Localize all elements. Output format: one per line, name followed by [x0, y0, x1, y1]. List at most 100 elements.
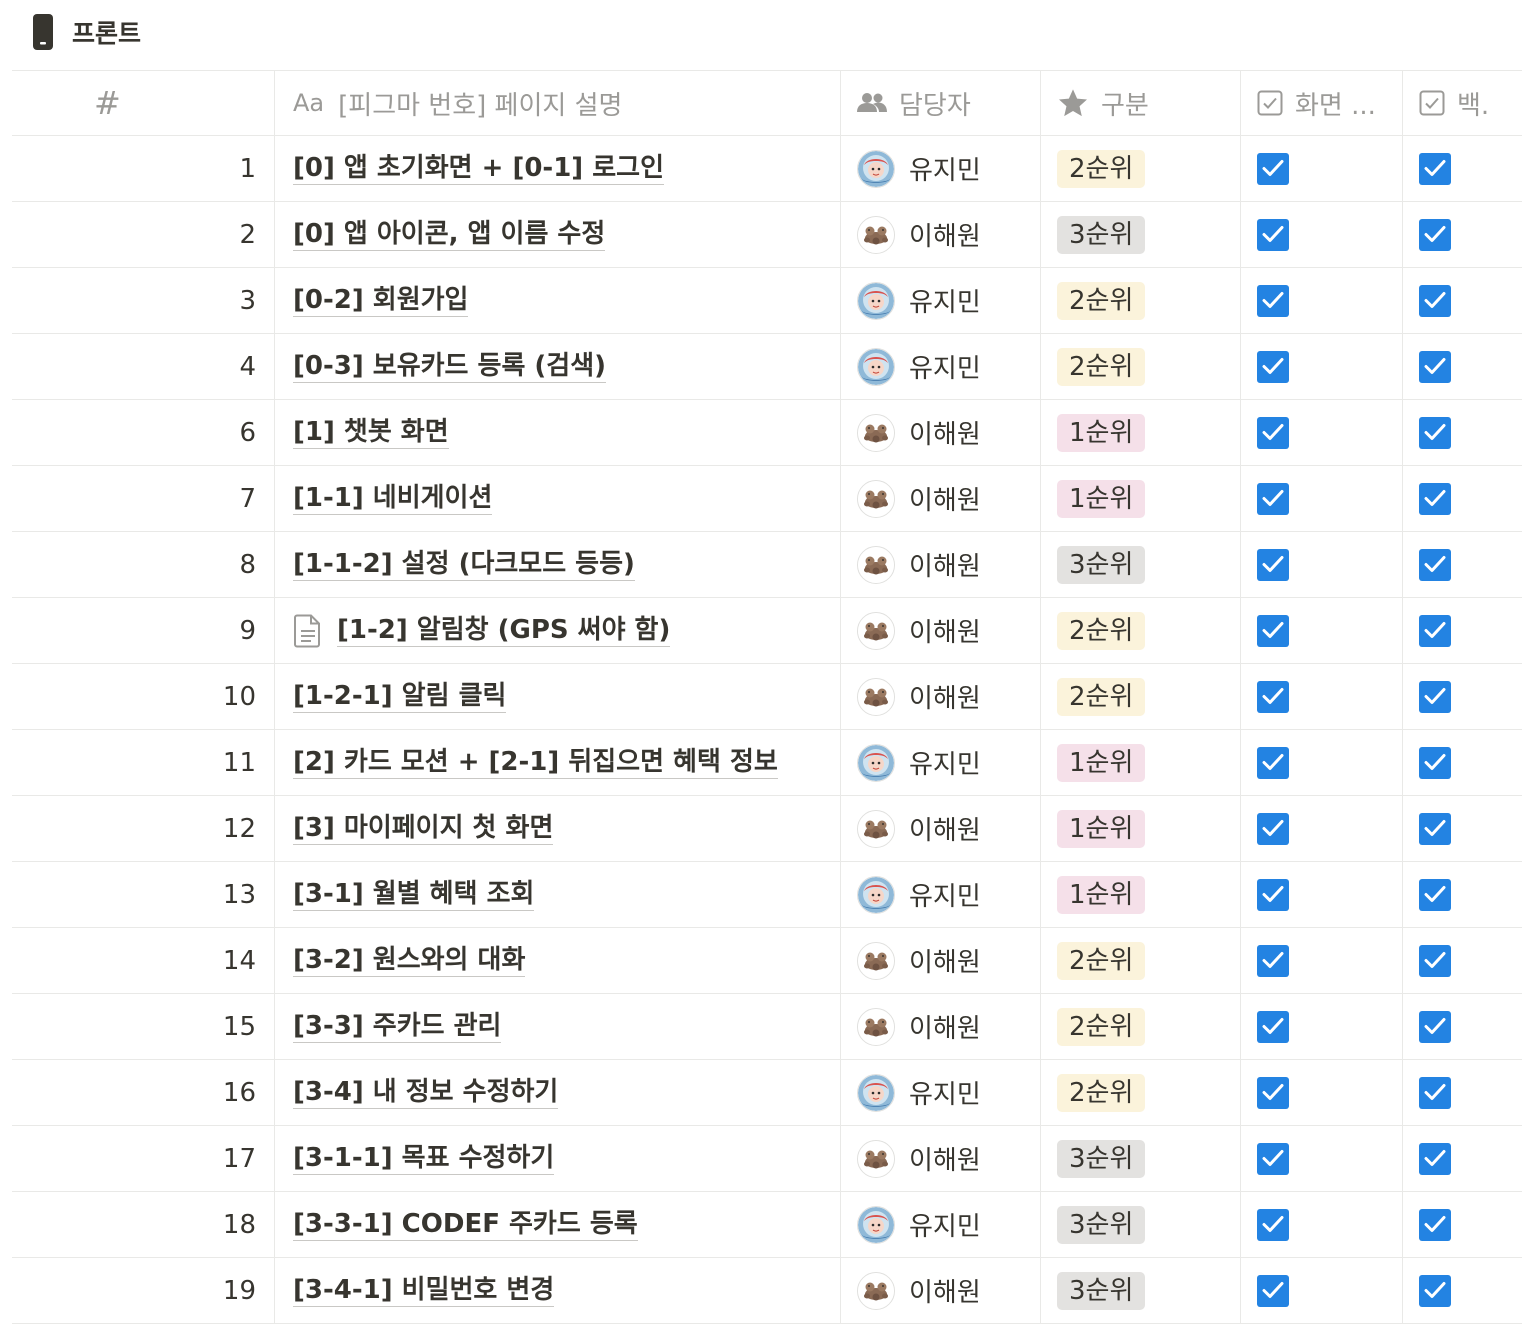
priority-cell[interactable]: 1순위: [1041, 796, 1241, 861]
table-row[interactable]: 6 [1] 챗봇 화면 이해원 1순위: [12, 400, 1522, 466]
table-row[interactable]: 11 [2] 카드 모션 + [2-1] 뒤집으면 혜택 정보 유지민 1순위: [12, 730, 1522, 796]
title-cell[interactable]: [3-3-1] CODEF 주카드 등록: [275, 1192, 841, 1257]
title-cell[interactable]: [1-2] 알림창 (GPS 써야 함): [275, 598, 841, 663]
page-title-link[interactable]: [3-2] 원스와의 대화: [293, 945, 526, 977]
title-cell[interactable]: [1-1-2] 설정 (다크모드 등등): [275, 532, 841, 597]
page-title-link[interactable]: [3-3-1] CODEF 주카드 등록: [293, 1209, 638, 1241]
priority-cell[interactable]: 2순위: [1041, 1060, 1241, 1125]
backend-checkbox[interactable]: [1419, 1010, 1451, 1043]
priority-cell[interactable]: 2순위: [1041, 994, 1241, 1059]
owner-cell[interactable]: 유지민: [841, 1192, 1041, 1257]
title-cell[interactable]: [0-3] 보유카드 등록 (검색): [275, 334, 841, 399]
priority-cell[interactable]: 3순위: [1041, 1126, 1241, 1191]
backend-checkbox[interactable]: [1419, 152, 1451, 185]
backend-checkbox[interactable]: [1419, 284, 1451, 317]
phone-icon[interactable]: [30, 12, 56, 52]
screen-checkbox[interactable]: [1257, 1076, 1289, 1109]
priority-cell[interactable]: 2순위: [1041, 334, 1241, 399]
priority-cell[interactable]: 2순위: [1041, 664, 1241, 729]
screen-checkbox[interactable]: [1257, 1010, 1289, 1043]
title-cell[interactable]: [3-2] 원스와의 대화: [275, 928, 841, 993]
owner-cell[interactable]: 유지민: [841, 136, 1041, 201]
owner-cell[interactable]: 이해원: [841, 1126, 1041, 1191]
backend-checkbox[interactable]: [1419, 746, 1451, 779]
priority-cell[interactable]: 1순위: [1041, 466, 1241, 531]
priority-cell[interactable]: 2순위: [1041, 136, 1241, 201]
title-cell[interactable]: [0] 앱 아이콘, 앱 이름 수정: [275, 202, 841, 267]
priority-cell[interactable]: 1순위: [1041, 400, 1241, 465]
page-title-link[interactable]: [0-2] 회원가입: [293, 285, 469, 317]
backend-checkbox[interactable]: [1419, 812, 1451, 845]
title-cell[interactable]: [1-1] 네비게이션: [275, 466, 841, 531]
backend-checkbox[interactable]: [1419, 1274, 1451, 1307]
screen-checkbox[interactable]: [1257, 152, 1289, 185]
priority-cell[interactable]: 3순위: [1041, 532, 1241, 597]
table-row[interactable]: 18 [3-3-1] CODEF 주카드 등록 유지민 3순위: [12, 1192, 1522, 1258]
title-cell[interactable]: [3-1-1] 목표 수정하기: [275, 1126, 841, 1191]
page-title-link[interactable]: [3-4] 내 정보 수정하기: [293, 1077, 559, 1109]
screen-checkbox[interactable]: [1257, 548, 1289, 581]
backend-checkbox[interactable]: [1419, 218, 1451, 251]
screen-checkbox[interactable]: [1257, 1142, 1289, 1175]
owner-cell[interactable]: 이해원: [841, 928, 1041, 993]
screen-checkbox[interactable]: [1257, 812, 1289, 845]
database-title[interactable]: 프론트: [72, 14, 141, 50]
priority-cell[interactable]: 3순위: [1041, 202, 1241, 267]
screen-checkbox[interactable]: [1257, 746, 1289, 779]
title-cell[interactable]: [3-4-1] 비밀번호 변경: [275, 1258, 841, 1323]
column-header-number[interactable]: #: [12, 71, 275, 135]
page-title-link[interactable]: [1] 챗봇 화면: [293, 417, 449, 449]
page-title-link[interactable]: [0] 앱 초기화면 + [0-1] 로그인: [293, 153, 664, 185]
title-cell[interactable]: [1] 챗봇 화면: [275, 400, 841, 465]
owner-cell[interactable]: 유지민: [841, 730, 1041, 795]
page-title-link[interactable]: [3-3] 주카드 관리: [293, 1011, 502, 1043]
screen-checkbox[interactable]: [1257, 878, 1289, 911]
table-row[interactable]: 17 [3-1-1] 목표 수정하기 이해원 3순위: [12, 1126, 1522, 1192]
page-title-link[interactable]: [3-1-1] 목표 수정하기: [293, 1143, 555, 1175]
table-row[interactable]: 3 [0-2] 회원가입 유지민 2순위: [12, 268, 1522, 334]
backend-checkbox[interactable]: [1419, 680, 1451, 713]
priority-cell[interactable]: 2순위: [1041, 268, 1241, 333]
screen-checkbox[interactable]: [1257, 614, 1289, 647]
table-row[interactable]: 10 [1-2-1] 알림 클릭 이해원 2순위: [12, 664, 1522, 730]
priority-cell[interactable]: 1순위: [1041, 862, 1241, 927]
priority-cell[interactable]: 3순위: [1041, 1258, 1241, 1323]
page-title-link[interactable]: [3-1] 월별 혜택 조회: [293, 879, 535, 911]
backend-checkbox[interactable]: [1419, 350, 1451, 383]
backend-checkbox[interactable]: [1419, 878, 1451, 911]
page-title-link[interactable]: [1-1] 네비게이션: [293, 483, 493, 515]
column-header-owner[interactable]: 담당자: [841, 71, 1041, 135]
title-cell[interactable]: [2] 카드 모션 + [2-1] 뒤집으면 혜택 정보: [275, 730, 841, 795]
column-header-name[interactable]: Aa [피그마 번호] 페이지 설명: [275, 71, 841, 135]
owner-cell[interactable]: 유지민: [841, 1060, 1041, 1125]
column-header-priority[interactable]: 구분: [1041, 71, 1241, 135]
priority-cell[interactable]: 2순위: [1041, 598, 1241, 663]
title-cell[interactable]: [0] 앱 초기화면 + [0-1] 로그인: [275, 136, 841, 201]
backend-checkbox[interactable]: [1419, 482, 1451, 515]
owner-cell[interactable]: 이해원: [841, 994, 1041, 1059]
screen-checkbox[interactable]: [1257, 284, 1289, 317]
backend-checkbox[interactable]: [1419, 1208, 1451, 1241]
owner-cell[interactable]: 이해원: [841, 466, 1041, 531]
title-cell[interactable]: [3-3] 주카드 관리: [275, 994, 841, 1059]
page-title-link[interactable]: [3] 마이페이지 첫 화면: [293, 813, 554, 845]
page-title-link[interactable]: [1-2-1] 알림 클릭: [293, 681, 507, 713]
backend-checkbox[interactable]: [1419, 614, 1451, 647]
title-cell[interactable]: [3] 마이페이지 첫 화면: [275, 796, 841, 861]
owner-cell[interactable]: 유지민: [841, 268, 1041, 333]
table-row[interactable]: 4 [0-3] 보유카드 등록 (검색) 유지민 2순위: [12, 334, 1522, 400]
screen-checkbox[interactable]: [1257, 416, 1289, 449]
owner-cell[interactable]: 이해원: [841, 598, 1041, 663]
table-row[interactable]: 9 [1-2] 알림창 (GPS 써야 함) 이해원 2순위: [12, 598, 1522, 664]
page-title-link[interactable]: [1-1-2] 설정 (다크모드 등등): [293, 549, 635, 581]
screen-checkbox[interactable]: [1257, 218, 1289, 251]
owner-cell[interactable]: 이해원: [841, 796, 1041, 861]
owner-cell[interactable]: 이해원: [841, 202, 1041, 267]
table-row[interactable]: 2 [0] 앱 아이콘, 앱 이름 수정 이해원 3순위: [12, 202, 1522, 268]
table-row[interactable]: 7 [1-1] 네비게이션 이해원 1순위: [12, 466, 1522, 532]
screen-checkbox[interactable]: [1257, 944, 1289, 977]
page-title-link[interactable]: [2] 카드 모션 + [2-1] 뒤집으면 혜택 정보: [293, 747, 778, 779]
table-row[interactable]: 1 [0] 앱 초기화면 + [0-1] 로그인 유지민 2순위: [12, 136, 1522, 202]
screen-checkbox[interactable]: [1257, 1208, 1289, 1241]
table-row[interactable]: 8 [1-1-2] 설정 (다크모드 등등) 이해원 3순위: [12, 532, 1522, 598]
